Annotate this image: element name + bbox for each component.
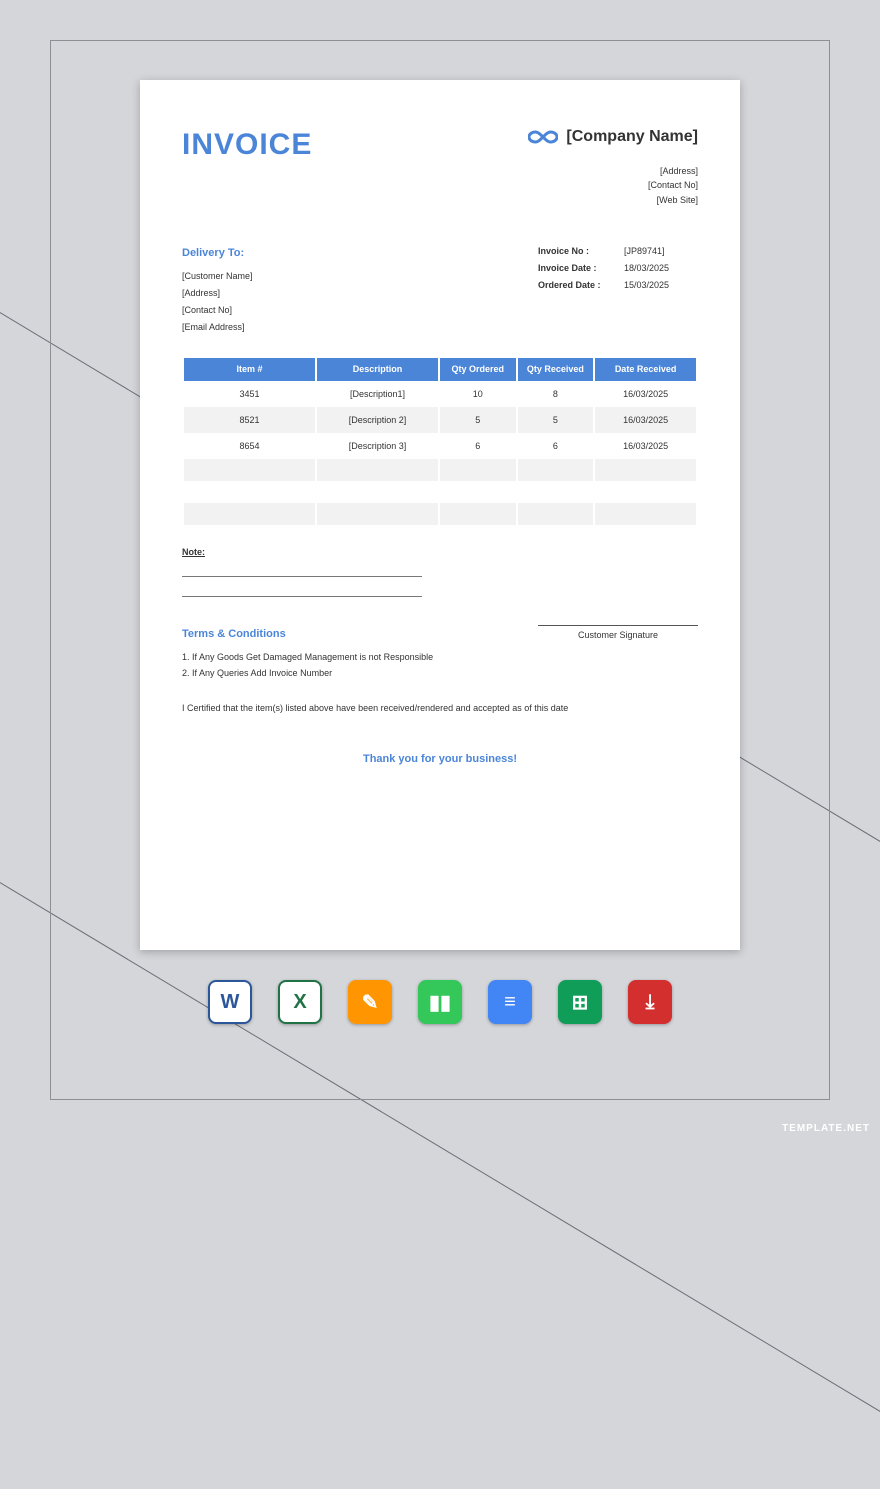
invoice-title: INVOICE — [182, 128, 312, 162]
note-line — [182, 561, 422, 577]
note-section: Note: — [182, 547, 698, 597]
table-row — [184, 503, 696, 525]
meta-value: 18/03/2025 — [618, 260, 698, 277]
watermark: TEMPLATE.NET — [782, 1123, 870, 1134]
customer-contact: [Contact No] — [182, 302, 253, 319]
delivery-to: Delivery To: [Customer Name] [Address] [… — [182, 243, 253, 336]
term-item: 1. If Any Goods Get Damaged Management i… — [182, 649, 433, 665]
terms-section: Terms & Conditions 1. If Any Goods Get D… — [182, 625, 698, 681]
table-row — [184, 459, 696, 481]
pages-icon[interactable]: ✎ — [348, 980, 392, 1024]
meta-label: Ordered Date — [538, 277, 618, 294]
company-contact: [Contact No] — [528, 178, 698, 192]
gdocs-icon[interactable]: ≡ — [488, 980, 532, 1024]
invoice-page: INVOICE [Company Name] [Address] [Contac… — [140, 80, 740, 950]
meta-row: Invoice Date 18/03/2025 — [538, 260, 698, 277]
invoice-meta: Invoice No [JP89741] Invoice Date 18/03/… — [538, 243, 698, 336]
thank-you: Thank you for your business! — [182, 753, 698, 765]
customer-name: [Customer Name] — [182, 268, 253, 285]
meta-row: Ordered Date 15/03/2025 — [538, 277, 698, 294]
company-name: [Company Name] — [566, 128, 698, 146]
term-item: 2. If Any Queries Add Invoice Number — [182, 665, 433, 681]
word-icon[interactable]: W — [208, 980, 252, 1024]
company-address: [Address] — [528, 164, 698, 178]
table-header-row: Item # Description Qty Ordered Qty Recei… — [184, 358, 696, 381]
meta-label: Invoice No — [538, 243, 618, 260]
certification-text: I Certified that the item(s) listed abov… — [182, 703, 698, 713]
table-row: 3451 [Description1] 10 8 16/03/2025 — [184, 381, 696, 407]
signature-line — [538, 625, 698, 626]
col-description: Description — [317, 358, 438, 381]
meta-value: 15/03/2025 — [618, 277, 698, 294]
meta-label: Invoice Date — [538, 260, 618, 277]
col-qty-ordered: Qty Ordered — [440, 358, 516, 381]
customer-address: [Address] — [182, 285, 253, 302]
note-label: Note: — [182, 547, 205, 557]
company-block: [Company Name] [Address] [Contact No] [W… — [528, 128, 698, 207]
delivery-title: Delivery To: — [182, 243, 253, 264]
table-row: 8654 [Description 3] 6 6 16/03/2025 — [184, 433, 696, 459]
col-qty-received: Qty Received — [518, 358, 594, 381]
table-row: 8521 [Description 2] 5 5 16/03/2025 — [184, 407, 696, 433]
app-icon-row: WX ✎ ▮▮ ≡ ⊞ ⤓ — [0, 980, 880, 1024]
terms-left: Terms & Conditions 1. If Any Goods Get D… — [182, 625, 433, 681]
delivery-section: Delivery To: [Customer Name] [Address] [… — [182, 243, 698, 336]
col-date-received: Date Received — [595, 358, 696, 381]
excel-icon[interactable]: X — [278, 980, 322, 1024]
meta-value: [JP89741] — [618, 243, 698, 260]
signature-block: Customer Signature — [538, 625, 698, 681]
gsheets-icon[interactable]: ⊞ — [558, 980, 602, 1024]
infinity-icon — [528, 129, 558, 145]
meta-row: Invoice No [JP89741] — [538, 243, 698, 260]
customer-email: [Email Address] — [182, 319, 253, 336]
pdf-icon[interactable]: ⤓ — [628, 980, 672, 1024]
header: INVOICE [Company Name] [Address] [Contac… — [182, 128, 698, 207]
company-website: [Web Site] — [528, 193, 698, 207]
terms-title: Terms & Conditions — [182, 625, 433, 645]
company-details: [Address] [Contact No] [Web Site] — [528, 164, 698, 207]
signature-label: Customer Signature — [538, 630, 698, 640]
numbers-icon[interactable]: ▮▮ — [418, 980, 462, 1024]
note-line — [182, 581, 422, 597]
col-item: Item # — [184, 358, 315, 381]
table-row — [184, 481, 696, 503]
items-table: Item # Description Qty Ordered Qty Recei… — [182, 358, 698, 525]
